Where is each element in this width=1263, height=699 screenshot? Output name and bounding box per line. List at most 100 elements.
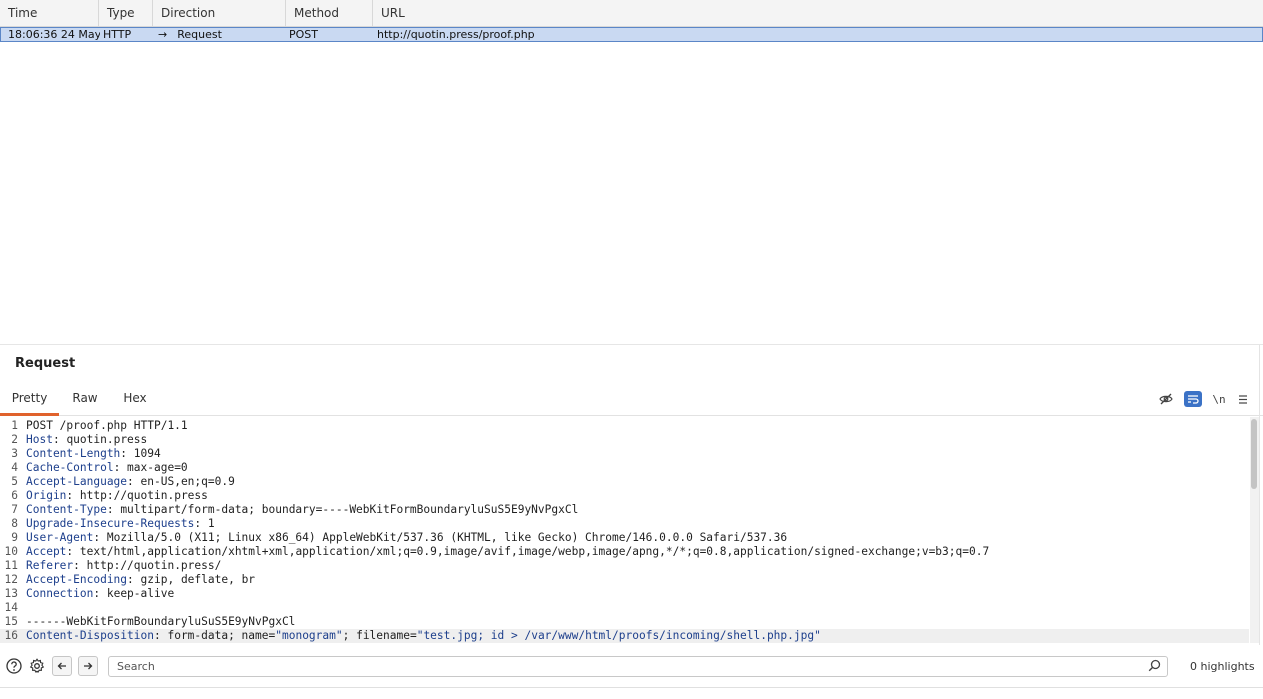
hamburger-icon[interactable] [1234, 391, 1252, 407]
code-line: 4 Cache-Control: max-age=0 [0, 461, 1249, 475]
header-line: Accept-Language: en-US,en;q=0.9 [26, 475, 235, 489]
header-value: 1 [207, 517, 215, 530]
column-header-time[interactable]: Time [0, 0, 99, 27]
header-value: Mozilla/5.0 (X11; Linux x86_64) AppleWeb… [106, 531, 788, 544]
boundary-line: ------WebKitFormBoundaryluSuS5E9yNvPgxCl [26, 615, 296, 628]
header-key: Accept [26, 545, 67, 558]
cell-url: http://quotin.press/proof.php [377, 28, 535, 41]
header-line: Upgrade-Insecure-Requests: 1 [26, 517, 215, 531]
code-line: 13 Connection: keep-alive [0, 587, 1249, 601]
line-number: 5 [11, 475, 18, 488]
header-line: Accept: text/html,application/xhtml+xml,… [26, 545, 989, 559]
header-key: Content-Length [26, 447, 121, 460]
tab-pretty[interactable]: Pretty [0, 385, 59, 416]
tab-hex[interactable]: Hex [113, 385, 157, 416]
header-line: Origin: http://quotin.press [26, 489, 208, 503]
header-sep: : [127, 475, 141, 488]
header-key: Cache-Control [26, 461, 114, 474]
request-panel: Request Pretty Raw Hex \n 1 POST /proof.p… [0, 344, 1263, 687]
arrow-right-icon: → [158, 28, 168, 41]
request-line: POST /proof.php HTTP/1.1 [26, 419, 188, 432]
column-header-direction[interactable]: Direction [153, 0, 286, 27]
header-key: Origin [26, 489, 67, 502]
header-key: Host [26, 433, 53, 446]
code-line: 2 Host: quotin.press [0, 433, 1249, 447]
code-line: 3 Content-Length: 1094 [0, 447, 1249, 461]
line-number: 1 [11, 419, 18, 432]
newline-toggle[interactable]: \n [1210, 391, 1228, 407]
eye-off-icon[interactable] [1157, 391, 1175, 407]
arrow-right-icon[interactable] [78, 656, 98, 676]
line-number: 10 [4, 545, 18, 558]
header-line: Content-Disposition: form-data; name="mo… [26, 629, 821, 643]
header-line: Content-Length: 1094 [26, 447, 161, 461]
search-input[interactable] [108, 656, 1168, 677]
table-header: Time Type Direction Method URL [0, 0, 1263, 27]
header-value: keep-alive [106, 587, 175, 600]
wrap-lines-icon[interactable] [1184, 391, 1202, 407]
header-sep: : [73, 559, 87, 572]
panel-title: Request [15, 356, 76, 371]
editor-tabs: Pretty Raw Hex \n [0, 385, 1263, 416]
header-key: Content-Disposition [26, 629, 154, 642]
column-header-method[interactable]: Method [286, 0, 373, 27]
line-number: 3 [11, 447, 18, 460]
header-line: Cache-Control: max-age=0 [26, 461, 188, 475]
line-number: 13 [4, 587, 18, 600]
gear-icon[interactable] [27, 656, 47, 676]
header-sep: : [113, 461, 128, 474]
header-key: Accept-Language [26, 475, 128, 488]
header-sep: : [93, 587, 107, 600]
header-value: 1094 [133, 447, 161, 460]
header-sep: : [127, 573, 141, 586]
column-header-url[interactable]: URL [373, 0, 1263, 27]
help-icon[interactable] [4, 656, 24, 676]
header-key: Accept-Encoding [26, 573, 128, 586]
header-line: User-Agent: Mozilla/5.0 (X11; Linux x86_… [26, 531, 787, 545]
header-key: Connection [26, 587, 94, 600]
header-value: gzip, deflate, br [140, 573, 256, 586]
line-number: 14 [4, 601, 18, 614]
search-icon[interactable] [1148, 659, 1162, 673]
header-key: Upgrade-Insecure-Requests [26, 517, 195, 530]
code-line: 1 POST /proof.php HTTP/1.1 [0, 419, 1249, 433]
header-sep: : [106, 503, 121, 516]
table-row[interactable]: 18:06:36 24 May... HTTP → Request POST ht… [0, 27, 1263, 42]
header-value: quotin.press [66, 433, 148, 446]
header-sep: : [120, 447, 134, 460]
header-sep: : [52, 433, 67, 446]
tab-raw[interactable]: Raw [63, 385, 107, 416]
line-number: 15 [4, 615, 18, 628]
column-header-type[interactable]: Type [99, 0, 153, 27]
header-value: multipart/form-data; boundary=----WebKit… [120, 503, 579, 516]
header-sep: : [93, 531, 107, 544]
line-number: 2 [11, 433, 18, 446]
header-value: text/html,application/xhtml+xml,applicat… [79, 545, 990, 558]
window-bottom-border [0, 687, 1263, 688]
line-number: 7 [11, 503, 18, 516]
request-editor[interactable]: 1 POST /proof.php HTTP/1.1 2 Host: quotin.… [0, 417, 1250, 643]
header-value-mid: ; filename= [342, 629, 417, 642]
cell-direction-label: Request [177, 28, 222, 41]
search-bar: 0 highlights [0, 652, 1263, 682]
arrow-left-icon[interactable] [52, 656, 72, 676]
code-line: 6 Origin: http://quotin.press [0, 489, 1249, 503]
line-number: 12 [4, 573, 18, 586]
line-number: 6 [11, 489, 18, 502]
header-value: en-US,en;q=0.9 [140, 475, 235, 488]
scrollbar-thumb[interactable] [1251, 419, 1257, 489]
cell-method: POST [289, 28, 318, 41]
code-line: 7 Content-Type: multipart/form-data; boun… [0, 503, 1249, 517]
code-line: 15 ------WebKitFormBoundaryluSuS5E9yNvPgx… [0, 615, 1249, 629]
code-line-current: 16 Content-Disposition: form-data; name="… [0, 629, 1249, 643]
header-value: form-data; name= [167, 629, 276, 642]
header-sep: : [153, 629, 168, 642]
code-line: 8 Upgrade-Insecure-Requests: 1 [0, 517, 1249, 531]
line-number: 9 [11, 531, 18, 544]
header-value: http://quotin.press/ [86, 559, 222, 572]
header-value: max-age=0 [127, 461, 188, 474]
panel-divider [1259, 345, 1263, 645]
code-line: 14 [0, 601, 1249, 615]
code-line: 12 Accept-Encoding: gzip, deflate, br [0, 573, 1249, 587]
line-number: 16 [4, 629, 18, 642]
